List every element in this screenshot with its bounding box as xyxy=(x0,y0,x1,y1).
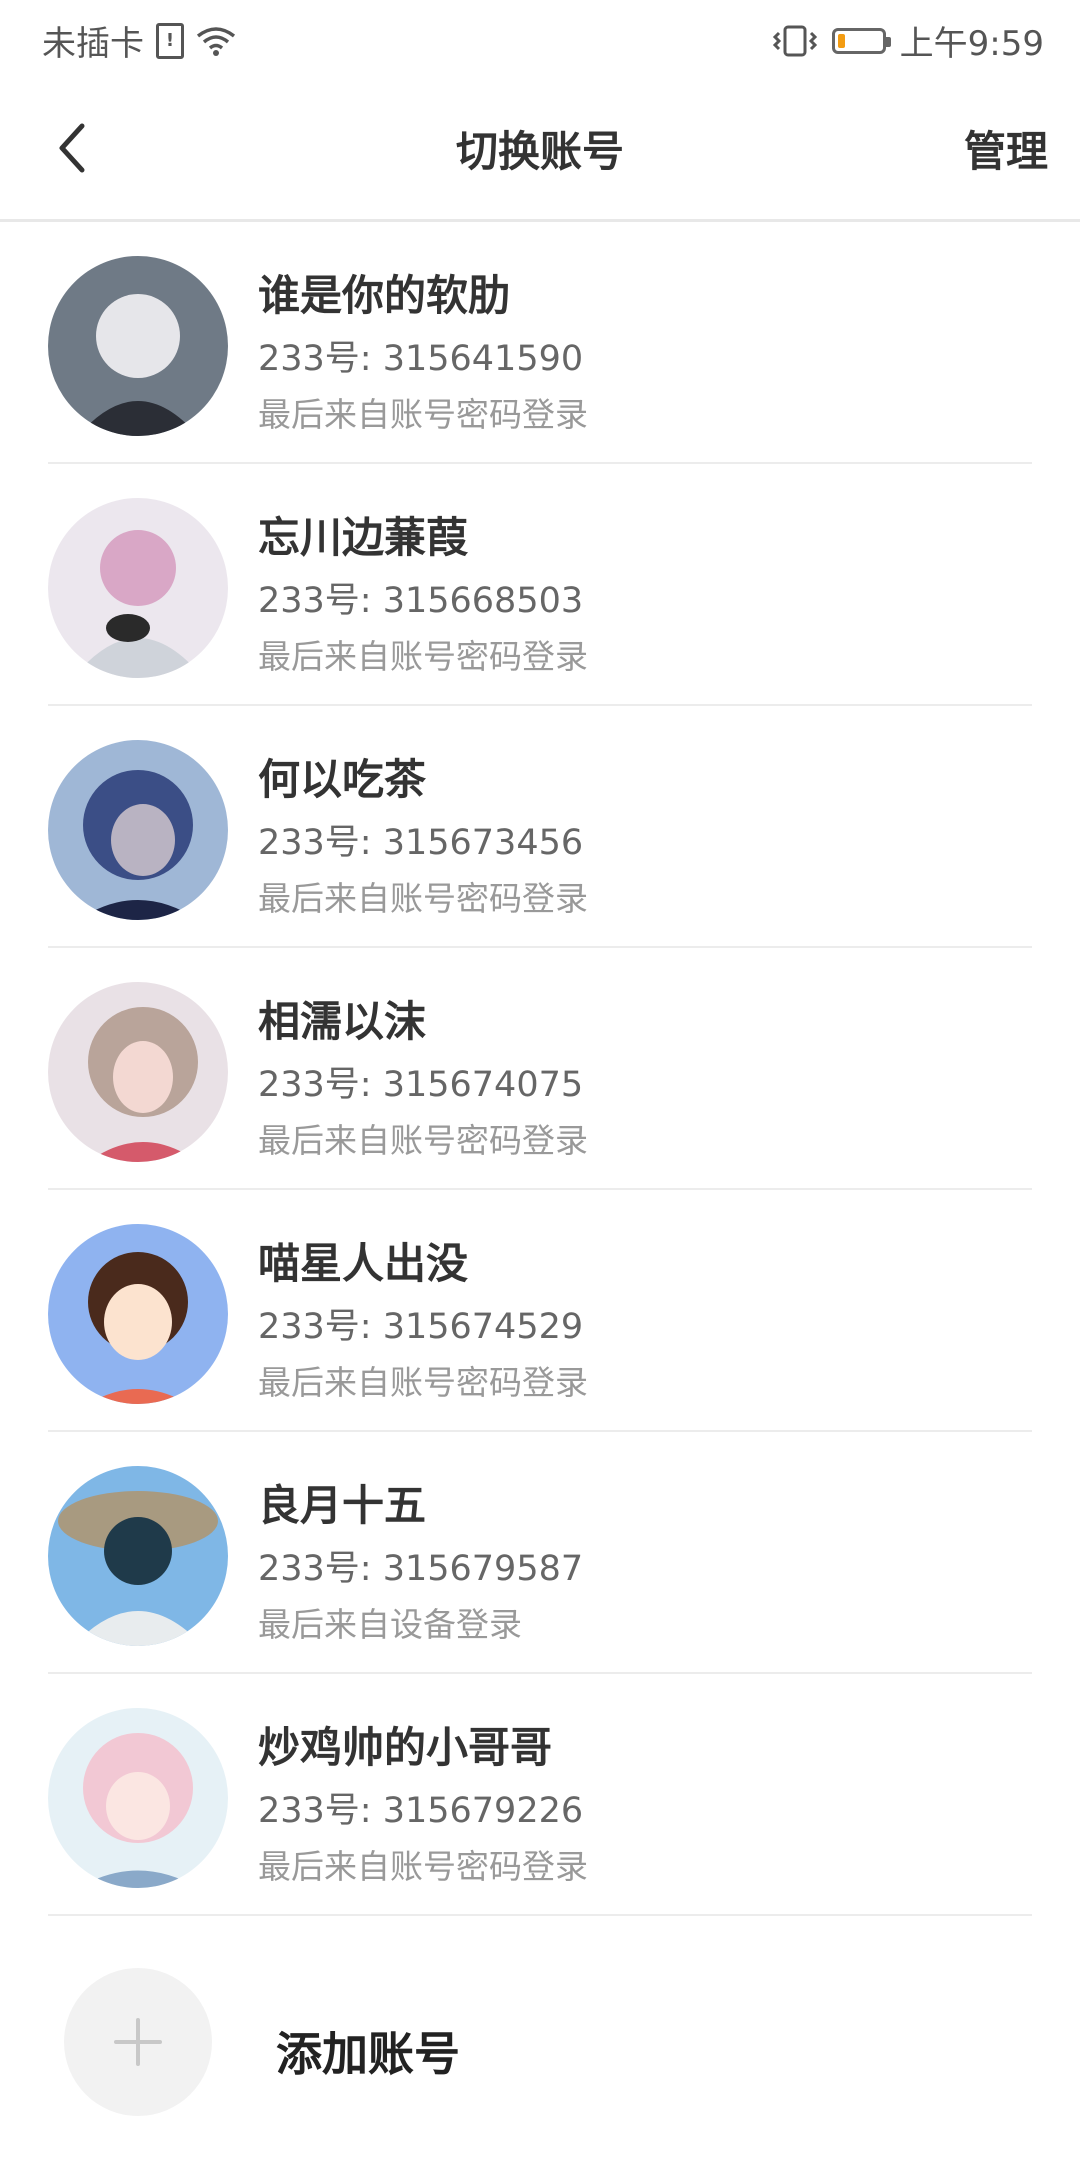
last-login-text: 最后来自账号密码登录 xyxy=(258,1363,588,1402)
avatar xyxy=(48,256,228,436)
last-login-text: 最后来自账号密码登录 xyxy=(258,1121,588,1160)
battery-level-fill xyxy=(837,33,845,48)
clock-text: 上午9:59 xyxy=(899,24,1044,64)
account-name: 谁是你的软肋 xyxy=(258,271,511,320)
account-uid: 233号: 315674529 xyxy=(258,1307,584,1347)
account-name: 忘川边蒹葭 xyxy=(258,513,469,562)
account-row[interactable]: 何以吃茶 233号: 315673456 最后来自账号密码登录 xyxy=(0,706,1080,948)
account-name: 相濡以沫 xyxy=(258,997,427,1046)
account-row[interactable]: 炒鸡帅的小哥哥 233号: 315679226 最后来自账号密码登录 xyxy=(0,1674,1080,1916)
account-name: 喵星人出没 xyxy=(258,1239,469,1288)
carrier-text: 未插卡 xyxy=(42,24,144,64)
account-row[interactable]: 相濡以沫 233号: 315674075 最后来自账号密码登录 xyxy=(0,948,1080,1190)
account-row[interactable]: 忘川边蒹葭 233号: 315668503 最后来自账号密码登录 xyxy=(0,464,1080,706)
account-row[interactable]: 喵星人出没 233号: 315674529 最后来自账号密码登录 xyxy=(0,1190,1080,1432)
avatar xyxy=(48,498,228,678)
manage-button[interactable]: 管理 xyxy=(964,118,1048,179)
account-uid: 233号: 315668503 xyxy=(258,581,584,621)
account-row[interactable]: 谁是你的软肋 233号: 315641590 最后来自账号密码登录 xyxy=(0,222,1080,464)
add-account-label: 添加账号 xyxy=(276,2027,460,2081)
avatar xyxy=(48,1708,228,1888)
avatar xyxy=(48,740,228,920)
account-uid: 233号: 315673456 xyxy=(258,823,584,863)
account-uid: 233号: 315679226 xyxy=(258,1791,584,1831)
status-right: 上午9:59 xyxy=(772,16,1044,65)
account-name: 何以吃茶 xyxy=(258,755,427,804)
avatar xyxy=(48,1224,228,1404)
header: 切换账号 管理 xyxy=(0,72,1080,222)
last-login-text: 最后来自账号密码登录 xyxy=(258,637,588,676)
status-left: 未插卡 ! xyxy=(42,16,236,65)
page-title: 切换账号 xyxy=(455,127,624,176)
account-uid: 233号: 315679587 xyxy=(258,1549,584,1589)
account-uid: 233号: 315641590 xyxy=(258,339,584,379)
plus-icon xyxy=(114,2018,162,2066)
add-account-circle[interactable] xyxy=(64,1968,212,2116)
account-row[interactable]: 良月十五 233号: 315679587 最后来自设备登录 xyxy=(0,1432,1080,1674)
add-account-button[interactable]: 添加账号 xyxy=(0,1916,1080,2116)
account-name: 炒鸡帅的小哥哥 xyxy=(258,1723,553,1772)
account-name: 良月十五 xyxy=(258,1481,427,1530)
account-uid: 233号: 315674075 xyxy=(258,1065,584,1105)
last-login-text: 最后来自账号密码登录 xyxy=(258,395,588,434)
wifi-icon xyxy=(196,26,236,56)
last-login-text: 最后来自设备登录 xyxy=(258,1605,522,1644)
status-bar: 未插卡 ! 上午9:59 xyxy=(0,0,1080,72)
avatar xyxy=(48,1466,228,1646)
avatar xyxy=(48,982,228,1162)
vibrate-icon xyxy=(772,25,817,56)
last-login-text: 最后来自账号密码登录 xyxy=(258,1847,588,1886)
account-list: 谁是你的软肋 233号: 315641590 最后来自账号密码登录 忘川边蒹葭 … xyxy=(0,222,1080,1916)
battery-icon xyxy=(831,27,891,54)
sim-alert-icon: ! xyxy=(156,22,184,59)
last-login-text: 最后来自账号密码登录 xyxy=(258,879,588,918)
